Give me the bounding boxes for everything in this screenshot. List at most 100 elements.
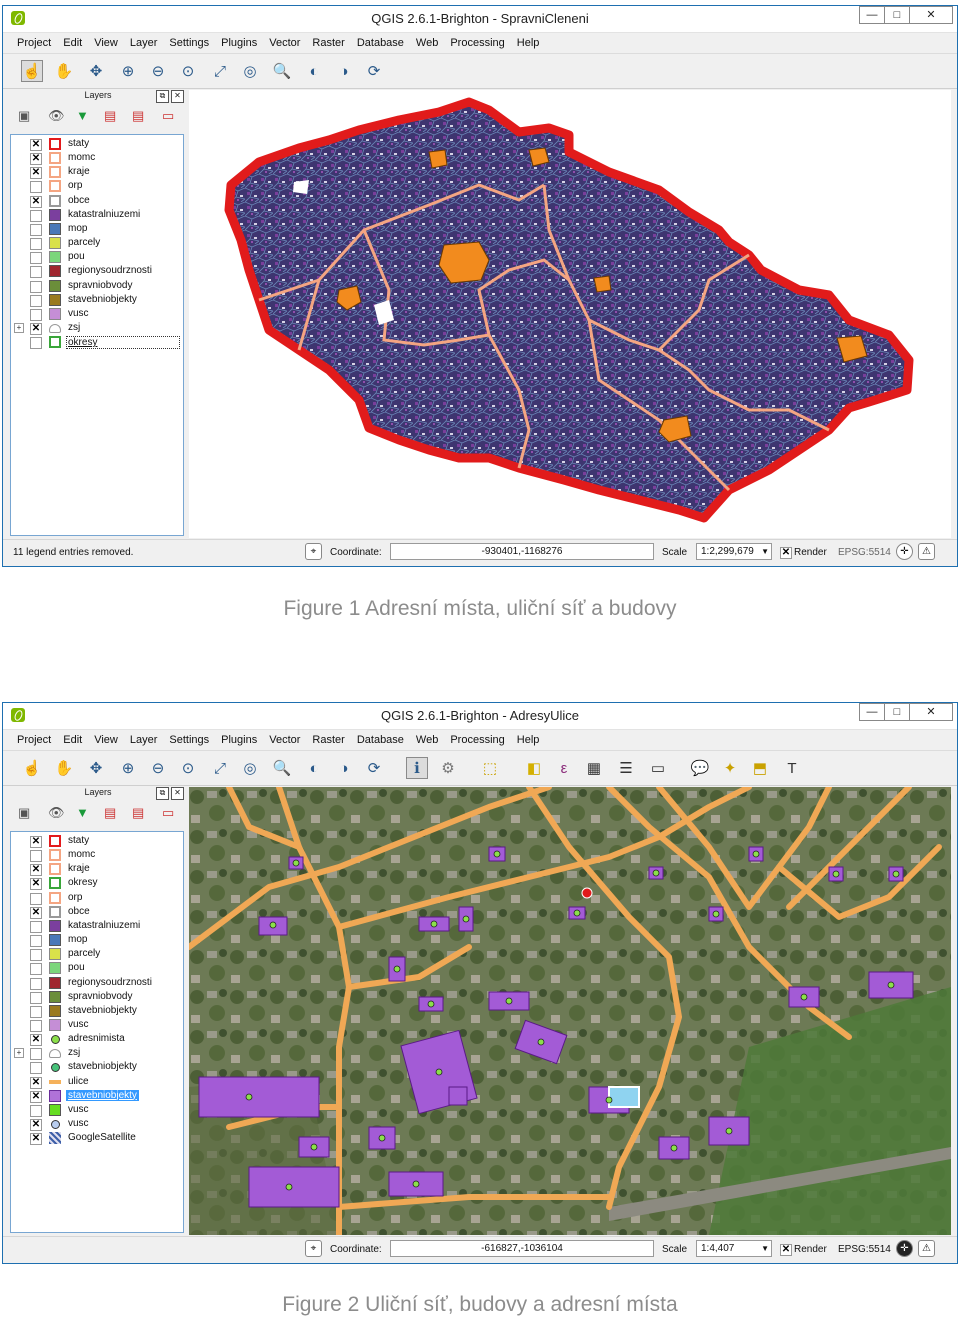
zoom-full-icon[interactable]: ⤢ — [209, 60, 231, 82]
layer-visibility-checkbox[interactable] — [30, 209, 42, 222]
layer-visibility-checkbox[interactable]: ✕ — [30, 864, 42, 877]
chevron-down-icon[interactable]: ▼ — [761, 544, 769, 560]
layer-row[interactable]: ✕ vusc — [11, 1118, 181, 1132]
scale-field[interactable]: 1:4,407 ▼ — [696, 1240, 772, 1257]
menu-layer[interactable]: Layer — [130, 37, 158, 49]
layer-visibility-checkbox[interactable] — [30, 892, 42, 905]
layer-visibility-checkbox[interactable]: ✕ — [30, 1076, 42, 1089]
undock-icon[interactable]: ⧉ — [156, 90, 169, 103]
show-bookmarks-icon[interactable]: ⬒ — [749, 757, 771, 779]
messages-warning-icon[interactable]: ⚠ — [918, 1240, 935, 1257]
menu-vector[interactable]: Vector — [269, 734, 300, 746]
layer-row[interactable]: momc — [11, 849, 181, 863]
layer-visibility-checkbox[interactable] — [30, 977, 42, 990]
layer-visibility-checkbox[interactable]: ✕ — [30, 167, 42, 180]
run-feature-action-icon[interactable]: ⚙ — [437, 757, 459, 779]
expand-group-icon[interactable]: + — [14, 1048, 24, 1059]
menu-project[interactable]: Project — [17, 734, 51, 746]
layer-visibility-checkbox[interactable] — [30, 935, 42, 948]
layer-visibility-checkbox[interactable] — [30, 238, 42, 251]
zoom-to-selection-icon[interactable]: ◎ — [239, 757, 261, 779]
layer-visibility-checkbox[interactable] — [30, 1104, 42, 1117]
measure-line-icon[interactable]: ▭ — [647, 757, 669, 779]
expand-all-icon[interactable]: ▤ — [104, 805, 116, 821]
layer-row[interactable]: + ✕ zsj — [11, 322, 181, 336]
zoom-to-layer-icon[interactable]: 🔍 — [271, 60, 293, 82]
layer-row[interactable]: vusc — [11, 1103, 181, 1118]
new-bookmark-icon[interactable]: ✦ — [719, 757, 741, 779]
crs-globe-icon[interactable]: ✛ — [896, 543, 913, 560]
manage-visibility-icon[interactable]: 👁 — [48, 108, 65, 124]
layer-visibility-checkbox[interactable] — [30, 991, 42, 1004]
menu-project[interactable]: Project — [17, 37, 51, 49]
layer-row[interactable]: orp — [11, 891, 181, 906]
layer-visibility-checkbox[interactable]: ✕ — [30, 1090, 42, 1103]
menu-help[interactable]: Help — [517, 734, 540, 746]
layer-row[interactable]: mop — [11, 222, 181, 237]
coordinate-toggle-icon[interactable]: ⌖ — [305, 1240, 322, 1257]
zoom-out-icon[interactable]: ⊖ — [147, 60, 169, 82]
menu-raster[interactable]: Raster — [312, 734, 344, 746]
manage-visibility-icon[interactable]: 👁 — [48, 805, 65, 821]
chevron-down-icon[interactable]: ▼ — [761, 1241, 769, 1257]
touch-zoom-pan-icon[interactable]: ☝ — [21, 757, 43, 779]
pan-to-selection-icon[interactable]: ✥ — [85, 60, 107, 82]
zoom-to-layer-icon[interactable]: 🔍 — [271, 757, 293, 779]
pan-map-icon[interactable]: ✋ — [53, 757, 75, 779]
zoom-to-selection-icon[interactable]: ◎ — [239, 60, 261, 82]
zoom-actual-size-icon[interactable]: ⊙ — [177, 757, 199, 779]
layer-visibility-checkbox[interactable]: ✕ — [30, 195, 42, 208]
menu-web[interactable]: Web — [416, 734, 438, 746]
zoom-out-icon[interactable]: ⊖ — [147, 757, 169, 779]
open-layer-styling-icon[interactable]: ▣ — [18, 108, 30, 124]
expand-group-icon[interactable]: + — [14, 322, 24, 333]
menu-database[interactable]: Database — [357, 37, 404, 49]
layer-row[interactable]: ✕ kraje — [11, 166, 181, 180]
menu-layer[interactable]: Layer — [130, 734, 158, 746]
attribute-table-icon[interactable]: ▦ — [583, 757, 605, 779]
text-annotation-icon[interactable]: T — [781, 757, 803, 779]
expand-all-icon[interactable]: ▤ — [104, 108, 116, 124]
minimize-button[interactable]: — — [859, 6, 885, 24]
refresh-icon[interactable]: ⟳ — [363, 60, 385, 82]
layer-visibility-checkbox[interactable] — [30, 308, 42, 321]
menu-vector[interactable]: Vector — [269, 37, 300, 49]
minimize-button[interactable]: — — [859, 703, 885, 721]
layer-row[interactable]: okresy — [11, 336, 181, 350]
layer-visibility-checkbox[interactable] — [30, 1048, 42, 1061]
scale-field[interactable]: 1:2,299,679 ▼ — [696, 543, 772, 560]
layer-visibility-checkbox[interactable] — [30, 920, 42, 933]
layer-visibility-checkbox[interactable] — [30, 1019, 42, 1032]
layer-visibility-checkbox[interactable] — [30, 1005, 42, 1018]
close-button[interactable]: ✕ — [909, 6, 953, 24]
layer-visibility-checkbox[interactable] — [30, 181, 42, 194]
layer-row[interactable]: stavebniobjekty — [11, 1004, 181, 1019]
layer-visibility-checkbox[interactable]: ✕ — [30, 836, 42, 848]
undock-icon[interactable]: ⧉ — [156, 787, 169, 800]
layer-visibility-checkbox[interactable] — [30, 963, 42, 976]
field-calculator-icon[interactable]: ε — [553, 757, 575, 779]
zoom-actual-size-icon[interactable]: ⊙ — [177, 60, 199, 82]
map-canvas[interactable] — [189, 90, 951, 538]
render-checkbox[interactable]: ✕ — [780, 547, 792, 559]
layer-row[interactable]: spravniobvody — [11, 279, 181, 294]
zoom-in-icon[interactable]: ⊕ — [117, 757, 139, 779]
collapse-all-icon[interactable]: ▤ — [132, 805, 144, 821]
pan-to-selection-icon[interactable]: ✥ — [85, 757, 107, 779]
layer-visibility-checkbox[interactable]: ✕ — [30, 322, 42, 335]
zoom-in-icon[interactable]: ⊕ — [117, 60, 139, 82]
zoom-full-icon[interactable]: ⤢ — [209, 757, 231, 779]
layer-visibility-checkbox[interactable]: ✕ — [30, 878, 42, 891]
layer-visibility-checkbox[interactable] — [30, 280, 42, 293]
menu-database[interactable]: Database — [357, 734, 404, 746]
layer-tree[interactable]: ✕ staty momc ✕ kraje ✕ okresy orp ✕ obce katastral… — [10, 831, 184, 1233]
refresh-icon[interactable]: ⟳ — [363, 757, 385, 779]
layer-row[interactable]: + zsj — [11, 1047, 181, 1061]
layer-visibility-checkbox[interactable] — [30, 1062, 42, 1075]
layer-visibility-checkbox[interactable]: ✕ — [30, 153, 42, 166]
layer-row[interactable]: ✕ GoogleSatellite — [11, 1132, 181, 1146]
messages-warning-icon[interactable]: ⚠ — [918, 543, 935, 560]
layer-row[interactable]: ✕ okresy — [11, 877, 181, 891]
layer-row[interactable]: mop — [11, 934, 181, 948]
menu-edit[interactable]: Edit — [63, 37, 82, 49]
